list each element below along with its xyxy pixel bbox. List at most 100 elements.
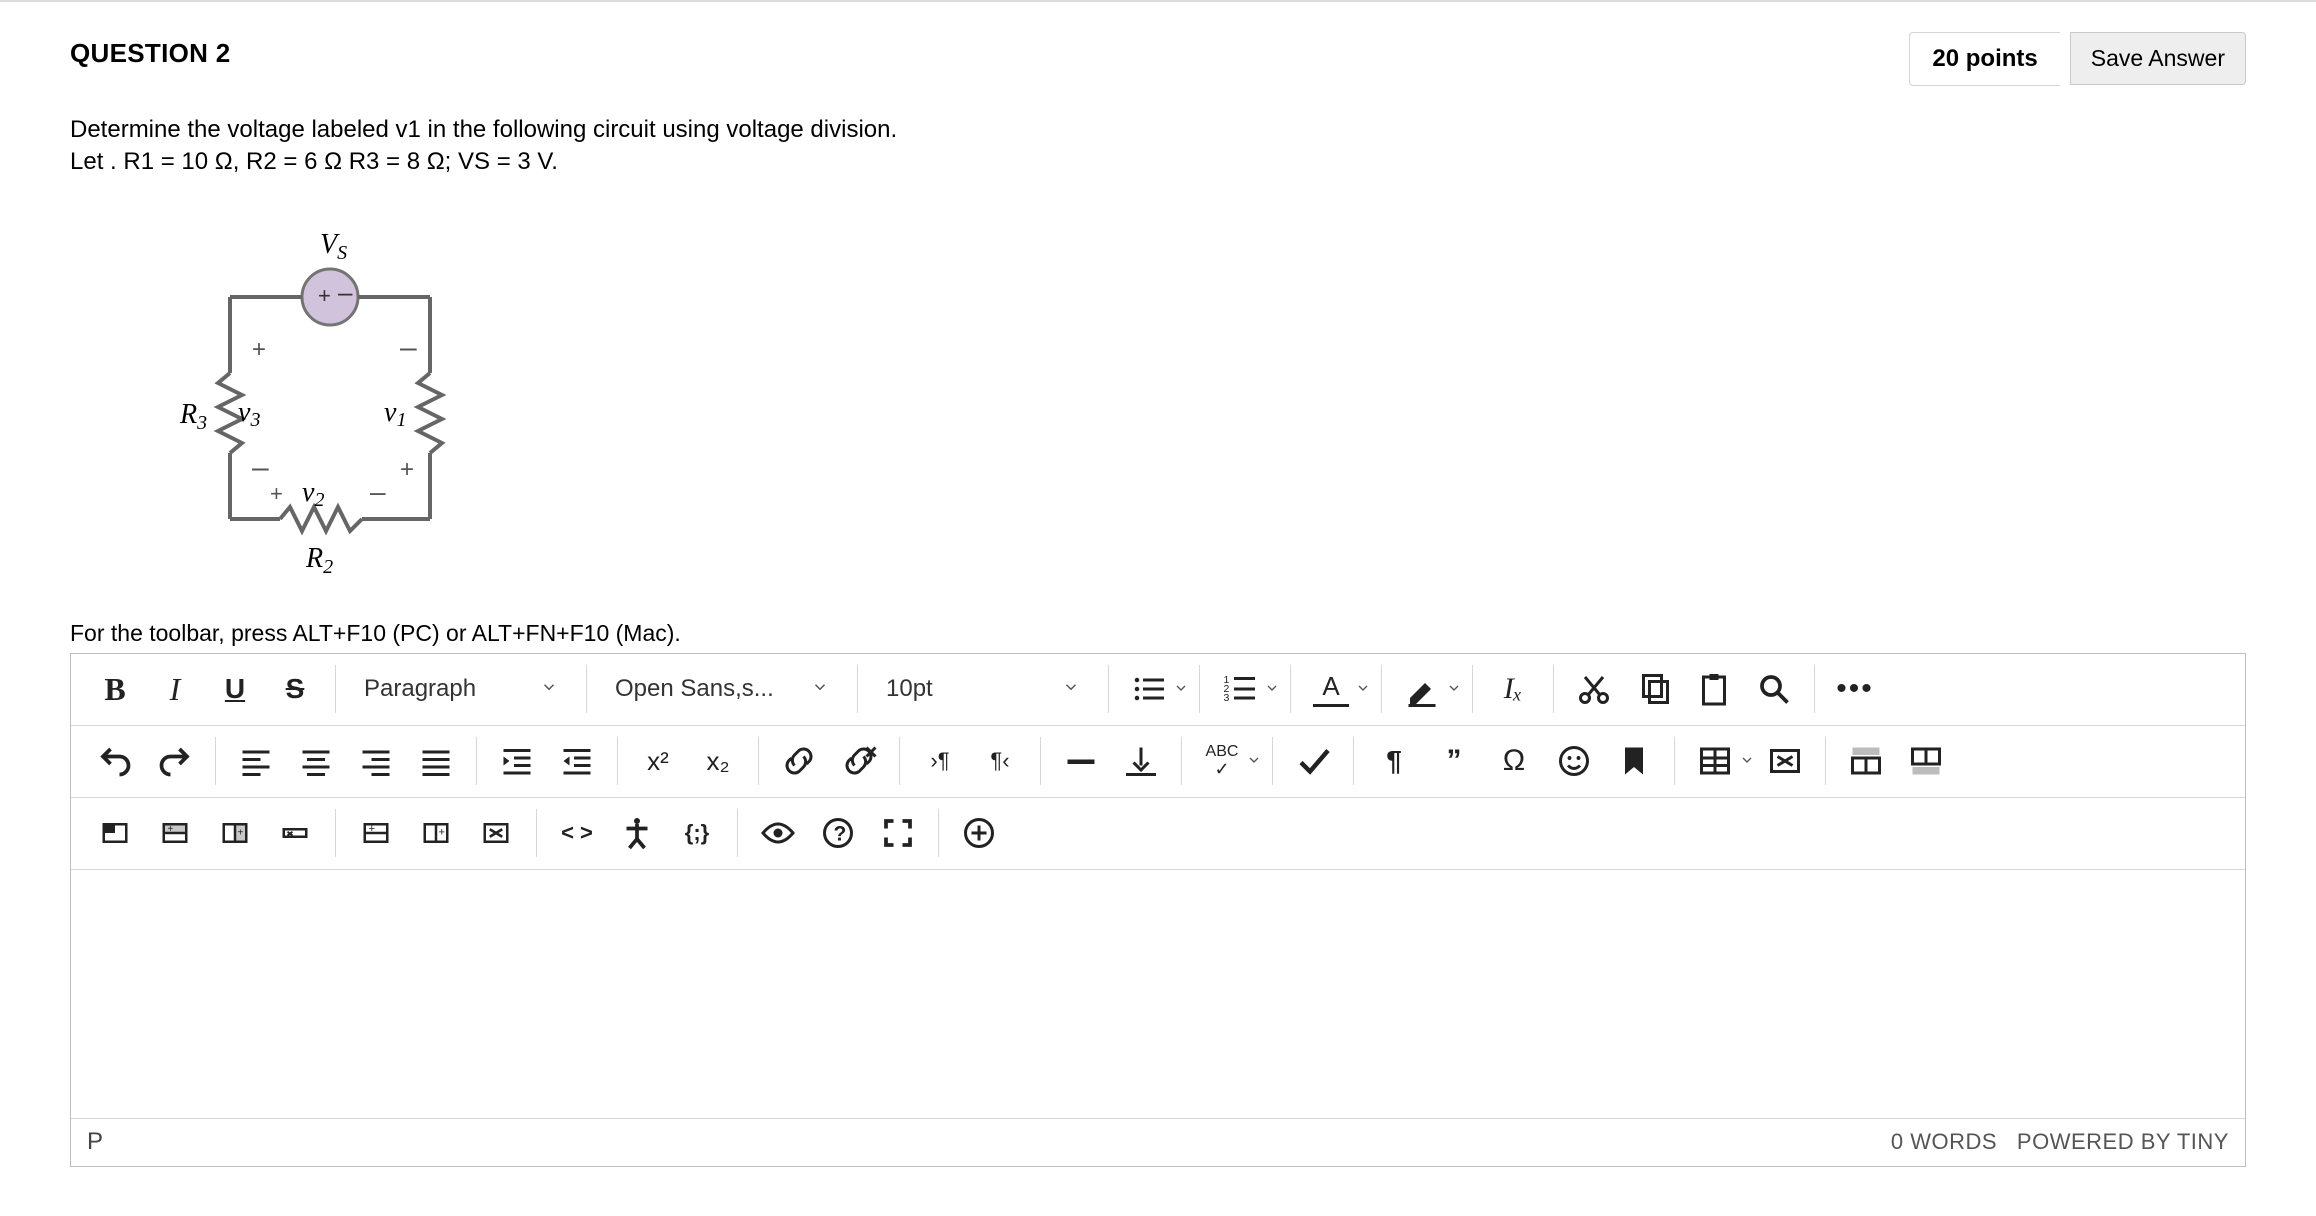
code-sample-button[interactable]: {;} — [667, 803, 727, 863]
bold-button[interactable]: B — [85, 659, 145, 719]
table-delete-row-button[interactable] — [265, 803, 325, 863]
svg-text:?: ? — [834, 823, 847, 846]
italic-button[interactable]: I — [145, 659, 205, 719]
block-format-dropdown[interactable]: Paragraph — [346, 667, 576, 711]
word-count: 0 WORDS — [1891, 1129, 1997, 1154]
block-format-label: Paragraph — [364, 675, 476, 703]
chevron-down-icon[interactable] — [1264, 675, 1280, 703]
element-path[interactable]: P — [87, 1128, 103, 1156]
source-code-button[interactable]: < > — [547, 803, 607, 863]
table-button[interactable] — [1685, 731, 1745, 791]
font-family-dropdown[interactable]: Open Sans,s... — [597, 667, 847, 711]
chevron-down-icon — [811, 675, 829, 703]
align-center-button[interactable] — [286, 731, 346, 791]
svg-text:v1: v1 — [384, 397, 406, 431]
delete-table-button[interactable] — [1755, 731, 1815, 791]
save-answer-button[interactable]: Save Answer — [2070, 32, 2246, 85]
chevron-down-icon[interactable] — [1246, 747, 1262, 775]
chevron-down-icon[interactable] — [1173, 675, 1189, 703]
indent-button[interactable] — [487, 731, 547, 791]
paste-button[interactable] — [1684, 659, 1744, 719]
svg-text:3: 3 — [1224, 692, 1230, 704]
font-size-dropdown[interactable]: 10pt — [868, 667, 1098, 711]
add-content-button[interactable] — [949, 803, 1009, 863]
undo-button[interactable] — [85, 731, 145, 791]
svg-text:–: – — [252, 451, 269, 484]
font-size-label: 10pt — [886, 675, 933, 703]
svg-text:R2: R2 — [305, 543, 333, 578]
table-col-button[interactable]: + — [205, 803, 265, 863]
svg-text:+: + — [318, 283, 331, 308]
remove-link-button[interactable] — [829, 731, 889, 791]
circuit-figure: VS + – + – – + — [70, 223, 2246, 610]
chevron-down-icon[interactable] — [1446, 675, 1462, 703]
numbered-list-button[interactable]: 123 — [1210, 659, 1270, 719]
svg-text:VS: VS — [320, 229, 347, 264]
align-left-button[interactable] — [226, 731, 286, 791]
question-title: QUESTION 2 — [70, 32, 230, 69]
ltr-button[interactable]: ›¶ — [910, 731, 970, 791]
svg-text:+: + — [270, 481, 283, 506]
show-paragraph-button[interactable]: ¶ — [1364, 731, 1424, 791]
chevron-down-icon[interactable] — [1355, 675, 1371, 703]
highlight-color-button[interactable] — [1392, 659, 1452, 719]
svg-text:+: + — [439, 827, 446, 839]
svg-text:–: – — [400, 331, 417, 364]
superscript-button[interactable]: x² — [628, 731, 688, 791]
font-family-label: Open Sans,s... — [615, 675, 774, 703]
editor-canvas[interactable] — [71, 870, 2245, 1118]
prompt-line-2: Let . R1 = 10 Ω, R2 = 6 Ω R3 = 8 Ω; VS =… — [70, 146, 2246, 178]
powered-by: POWERED BY TINY — [2017, 1129, 2229, 1154]
rtl-button[interactable]: ¶‹ — [970, 731, 1030, 791]
subscript-button[interactable]: x₂ — [688, 731, 748, 791]
insert-link-button[interactable] — [769, 731, 829, 791]
svg-text:+: + — [400, 456, 414, 483]
horizontal-rule-button[interactable] — [1051, 731, 1111, 791]
blockquote-button[interactable]: ” — [1424, 731, 1484, 791]
spellcheck-button[interactable]: ABC✓ — [1192, 731, 1252, 791]
anchor-bookmark-button[interactable] — [1604, 731, 1664, 791]
cut-button[interactable] — [1564, 659, 1624, 719]
preview-button[interactable] — [748, 803, 808, 863]
toolbar-hint: For the toolbar, press ALT+F10 (PC) or A… — [70, 620, 2246, 647]
bullet-list-button[interactable] — [1119, 659, 1179, 719]
insert-row-below-button[interactable] — [1896, 731, 1956, 791]
text-color-button[interactable]: A — [1301, 659, 1361, 719]
chevron-down-icon[interactable] — [1739, 747, 1755, 775]
svg-text:–: – — [370, 476, 386, 507]
svg-text:v3: v3 — [238, 397, 260, 431]
emoji-button[interactable] — [1544, 731, 1604, 791]
merge-cells-button[interactable]: + — [346, 803, 406, 863]
copy-button[interactable] — [1624, 659, 1684, 719]
table-cell-button[interactable] — [85, 803, 145, 863]
clear-formatting-button[interactable]: Iₓ — [1483, 659, 1543, 719]
svg-text:R3: R3 — [179, 399, 207, 434]
find-button[interactable] — [1744, 659, 1804, 719]
prompt-line-1: Determine the voltage labeled v1 in the … — [70, 114, 2246, 146]
svg-text:+: + — [369, 823, 376, 835]
points-badge: 20 points — [1909, 32, 2059, 86]
svg-text:v2: v2 — [302, 477, 324, 511]
special-character-button[interactable]: Ω — [1484, 731, 1544, 791]
fullscreen-button[interactable] — [868, 803, 928, 863]
svg-text:+: + — [238, 828, 244, 839]
strikethrough-button[interactable]: S — [265, 659, 325, 719]
outdent-button[interactable] — [547, 731, 607, 791]
accessibility-button[interactable] — [607, 803, 667, 863]
svg-text:+: + — [252, 336, 266, 363]
split-cells-button[interactable]: + — [406, 803, 466, 863]
rich-text-editor: B I U S Paragraph Open Sans,s... 10pt — [70, 653, 2246, 1167]
align-justify-button[interactable] — [406, 731, 466, 791]
more-button[interactable]: ••• — [1825, 659, 1885, 719]
redo-button[interactable] — [145, 731, 205, 791]
svg-text:+: + — [168, 824, 174, 835]
table-row-button[interactable]: + — [145, 803, 205, 863]
chevron-down-icon — [540, 675, 558, 703]
insert-line-button[interactable] — [1111, 731, 1171, 791]
underline-button[interactable]: U — [205, 659, 265, 719]
align-right-button[interactable] — [346, 731, 406, 791]
checkmark-button[interactable] — [1283, 731, 1343, 791]
help-button[interactable]: ? — [808, 803, 868, 863]
delete-cells-button[interactable] — [466, 803, 526, 863]
insert-row-above-button[interactable] — [1836, 731, 1896, 791]
